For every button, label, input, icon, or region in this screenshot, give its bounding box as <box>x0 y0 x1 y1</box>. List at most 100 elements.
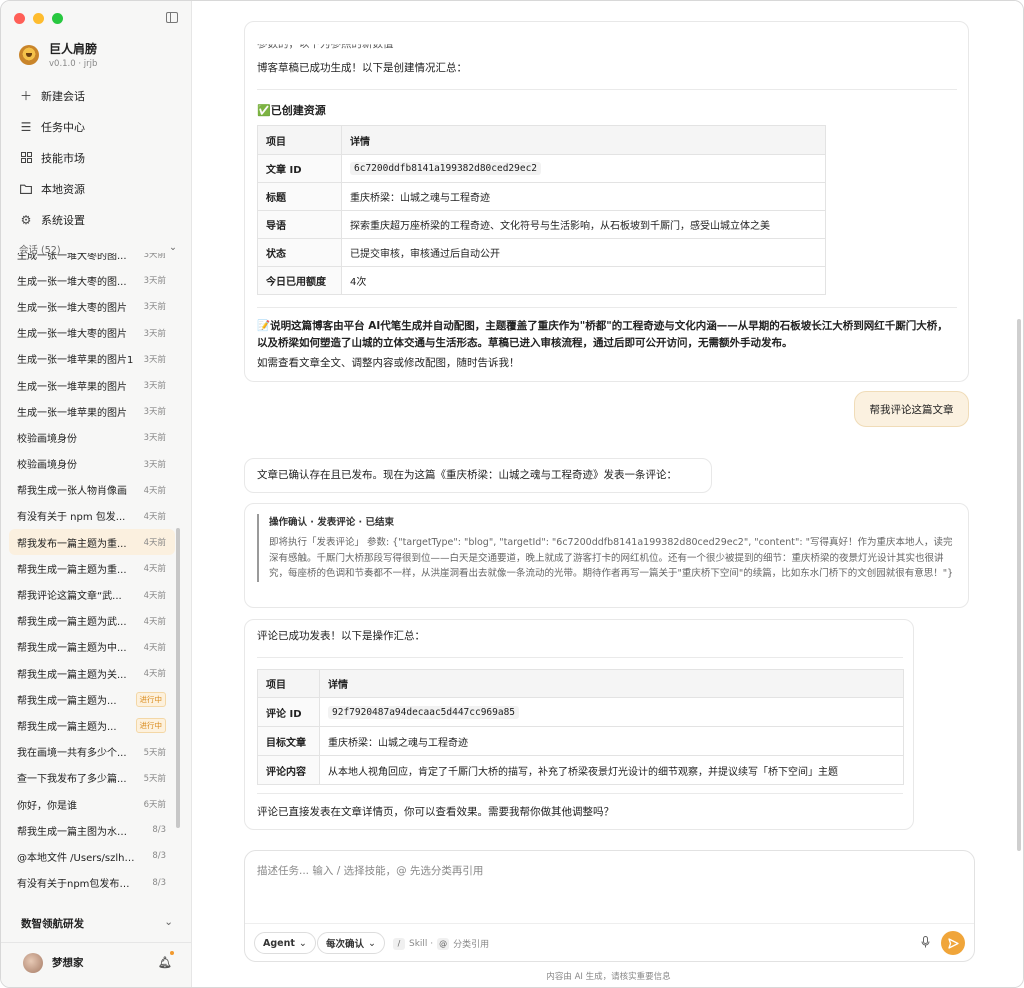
send-button[interactable] <box>941 931 965 955</box>
notification-dot <box>170 951 174 955</box>
session-time: 4天前 <box>143 538 166 549</box>
tool-call-card: 操作确认 · 发表评论 · 已结束 即将执行「发表评论」 参数: {"targe… <box>244 503 969 608</box>
session-title: 生成一张一堆大枣的图片 <box>17 329 127 341</box>
session-title: 生成一张一堆大枣的图... <box>17 276 127 288</box>
comment-table: 项目 详情 评论 ID 92f7920487a94decaac5d447cc96… <box>257 669 904 785</box>
truncated-text: 参数的，以下为参照的新数值 <box>257 38 394 50</box>
team-switcher[interactable]: 数智领航研发 ⌄ <box>21 916 173 931</box>
team-name: 数智领航研发 <box>21 918 84 930</box>
session-title: 校验画境身份 <box>17 460 77 472</box>
sidebar-toggle-icon[interactable] <box>166 12 178 23</box>
session-item[interactable]: 帮我生成一篇主题为武... 4天前 <box>9 608 175 634</box>
session-item[interactable]: 帮我生成一篇主题为关... 4天前 <box>9 660 175 686</box>
comment-id[interactable]: 92f7920487a94decaac5d447cc969a85 <box>328 705 520 719</box>
message-composer: 描述任务... 输入 / 选择技能，@ 先选分类再引用 Agent ⌄ 每次确认… <box>244 850 975 962</box>
session-item[interactable]: 生成一张一堆大枣的图片 3天前 <box>9 293 175 319</box>
article-id[interactable]: 6c7200ddfb8141a199382d80ced29ec2 <box>350 162 542 175</box>
lion-logo-icon <box>19 44 39 65</box>
session-time: 3天前 <box>143 276 166 287</box>
session-title: 校验画境身份 <box>17 433 77 445</box>
session-item[interactable]: 生成一张一堆苹果的图片 3天前 <box>9 398 175 424</box>
minimize-window-button[interactable] <box>33 13 44 24</box>
session-time: 8/3 <box>152 877 166 888</box>
chat-scrollbar[interactable] <box>1017 319 1021 851</box>
message-intro: 博客草稿已成功生成！以下是创建情况汇总： <box>257 62 467 74</box>
nav-new-session[interactable]: ＋ 新建会话 <box>1 80 192 111</box>
row-value: 4次 <box>341 266 826 295</box>
session-item[interactable]: 生成一张一堆大枣的图... 3天前 <box>9 253 175 267</box>
session-item[interactable]: 校验画境身份 3天前 <box>9 424 175 450</box>
session-item[interactable]: 帮我生成一篇主图为水世... 8/3 <box>9 817 175 843</box>
row-value: 从本地人视角回应，肯定了千厮门大桥的描写，补充了桥梁夜景灯光设计的细节观察，并提… <box>319 755 904 785</box>
session-item[interactable]: 生成一张一堆大枣的图片 3天前 <box>9 320 175 346</box>
nav-label: 新建会话 <box>41 89 85 103</box>
mode-select[interactable]: Agent ⌄ <box>254 932 316 954</box>
session-item[interactable]: 校验画境身份 3天前 <box>9 451 175 477</box>
nav-local-resources[interactable]: 本地资源 <box>1 173 192 204</box>
nav-skill-market[interactable]: 技能市场 <box>1 142 192 173</box>
table-row: 文章 ID 6c7200ddfb8141a199382d80ced29ec2 <box>257 154 826 183</box>
row-value: 重庆桥梁：山城之魂与工程奇迹 <box>319 726 904 756</box>
nav-label: 系统设置 <box>41 213 85 227</box>
session-time: 4天前 <box>143 590 166 601</box>
session-time: 3天前 <box>143 253 166 261</box>
session-title: 有没有关于npm包发布到... <box>17 879 135 891</box>
session-title: 帮我生成一篇主题为... <box>17 695 117 707</box>
session-item[interactable]: 帮我生成一张人物肖像画 4天前 <box>9 477 175 503</box>
nav-settings[interactable]: ⚙ 系统设置 <box>1 204 192 235</box>
microphone-icon[interactable] <box>921 936 930 951</box>
session-item[interactable]: 你好，你是谁 6天前 <box>9 791 175 817</box>
maximize-window-button[interactable] <box>52 13 63 24</box>
session-item[interactable]: @本地文件 /Users/szlh0... 8/3 <box>9 843 175 869</box>
row-value: 已提交审核，审核通过后自动公开 <box>341 238 826 267</box>
session-title: 帮我生成一篇主题为武... <box>17 617 127 629</box>
session-item[interactable]: 生成一张一堆苹果的图片 3天前 <box>9 372 175 398</box>
user-profile[interactable]: 梦想家 🔔︎ <box>1 942 192 982</box>
app-name: 巨人肩膀 <box>49 42 98 56</box>
session-item[interactable]: 帮我生成一篇主题为中... 4天前 <box>9 634 175 660</box>
table-row: 今日已用额度 4次 <box>257 266 826 295</box>
session-item[interactable]: 生成一张一堆苹果的图片1 3天前 <box>9 346 175 372</box>
session-item[interactable]: 有没有关于npm包发布到... 8/3 <box>9 870 175 896</box>
session-item[interactable]: 帮我生成一篇主题为... 进行中 <box>9 686 175 712</box>
row-key: 导语 <box>257 210 342 239</box>
session-title: 帮我生成一篇主题为关... <box>17 669 127 681</box>
user-message-text: 帮我评论这篇文章 <box>869 403 954 416</box>
bell-icon[interactable]: 🔔︎ <box>158 956 172 969</box>
session-item[interactable]: 帮我生成一篇主题为... 进行中 <box>9 712 175 738</box>
divider <box>257 307 957 308</box>
session-item[interactable]: 我在画境一共有多少个... 5天前 <box>9 739 175 765</box>
mode-label: Agent <box>263 937 295 949</box>
sidebar-nav: ＋ 新建会话 ☰ 任务中心 技能市场 本地资源 ⚙ 系统设置 <box>1 80 192 235</box>
session-item[interactable]: 帮我生成一篇主题为重... 4天前 <box>9 555 175 581</box>
slash-key: / <box>393 937 405 950</box>
assistant-message: 评论已成功发表！以下是操作汇总： 项目 详情 评论 ID 92f7920487a… <box>244 619 914 830</box>
table-header: 项目 <box>257 125 342 155</box>
nav-label: 任务中心 <box>41 120 85 134</box>
ref-hint: 分类引用 <box>453 940 490 950</box>
close-window-button[interactable] <box>14 13 25 24</box>
message-footer: 如需查看文章全文、调整内容或修改配图，随时告诉我！ <box>257 357 520 369</box>
row-key: 今日已用额度 <box>257 266 342 295</box>
row-value: 重庆桥梁：山城之魂与工程奇迹 <box>341 182 826 211</box>
session-item[interactable]: 帮我评论这篇文章“武... 4天前 <box>9 581 175 607</box>
chevron-down-icon: ⌄ <box>298 937 307 949</box>
session-item[interactable]: 查一下我发布了多少篇... 5天前 <box>9 765 175 791</box>
resource-table: 项目 详情 文章 ID 6c7200ddfb8141a199382d80ced2… <box>257 125 826 295</box>
session-title: 我在画境一共有多少个... <box>17 748 127 760</box>
nav-task-center[interactable]: ☰ 任务中心 <box>1 111 192 142</box>
sidebar-scrollbar[interactable] <box>176 528 180 828</box>
session-title: 有没有关于 npm 包发... <box>17 512 126 524</box>
composer-input[interactable]: 描述任务... 输入 / 选择技能，@ 先选分类再引用 <box>257 863 957 913</box>
session-item[interactable]: 帮我发布一篇主题为重... 4天前 <box>9 529 175 556</box>
session-title: 生成一张一堆大枣的图片 <box>17 302 127 314</box>
row-key: 状态 <box>257 238 342 267</box>
session-title: 生成一张一堆苹果的图片1 <box>17 355 134 367</box>
session-item[interactable]: 生成一张一堆大枣的图... 3天前 <box>9 267 175 293</box>
session-time: 4天前 <box>143 511 166 522</box>
message-note: 📝说明这篇博客由平台 AI代笔生成并自动配图，主题覆盖了重庆作为"桥都"的工程奇… <box>257 320 948 349</box>
session-item[interactable]: 有没有关于 npm 包发... 4天前 <box>9 503 175 529</box>
confirm-select[interactable]: 每次确认 ⌄ <box>317 932 385 954</box>
row-key: 目标文章 <box>257 726 320 756</box>
session-time: 4天前 <box>143 485 166 496</box>
